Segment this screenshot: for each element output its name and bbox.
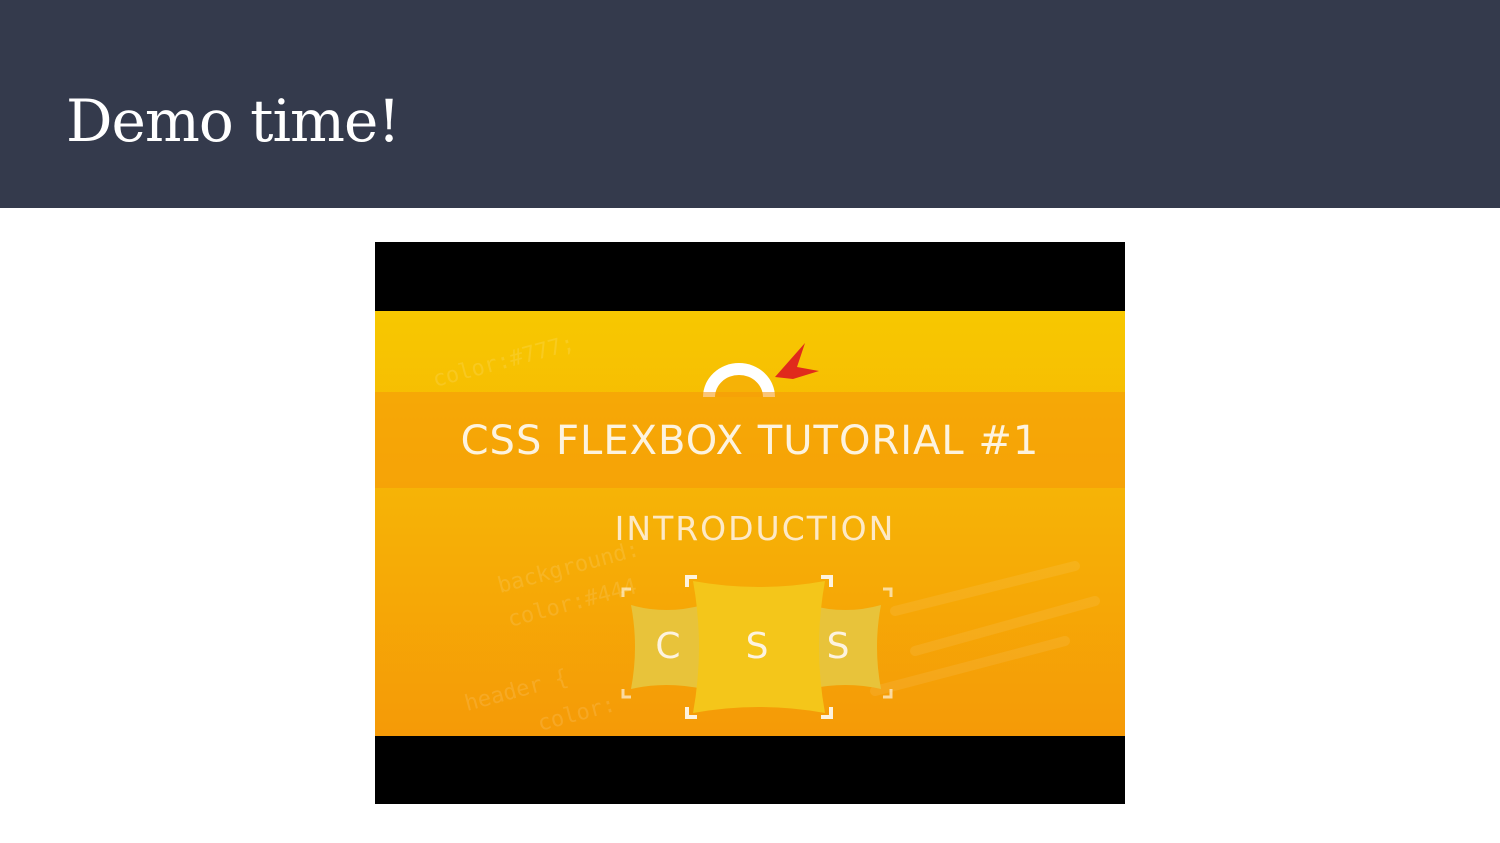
video-thumbnail[interactable]: color:#777; background: color:#444 heade… [375,311,1125,736]
slide-title: Demo time! [66,87,401,155]
code-line: color:#777; [430,331,577,393]
video-embed[interactable]: color:#777; background: color:#444 heade… [375,242,1125,804]
logo-letter-c: C [655,626,681,667]
logo-letter-s: S [826,626,850,667]
code-line: color: [535,692,618,736]
thumbnail-title: CSS FLEXBOX TUTORIAL #1 [460,418,1040,464]
slide-header: Demo time! [0,0,1500,208]
logo-letter-s: S [745,626,769,667]
css-logo-icon: C S S [611,569,901,729]
thumbnail-subtitle: INTRODUCTION [614,509,896,548]
ninja-logo-icon [703,343,819,397]
